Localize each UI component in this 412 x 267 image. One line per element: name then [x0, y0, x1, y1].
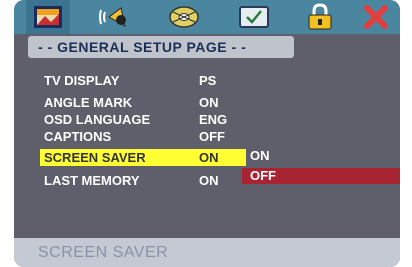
menu-item-label: OSD LANGUAGE [44, 112, 151, 127]
menu-item-label: TV DISPLAY [44, 73, 120, 88]
speaker-icon [99, 7, 126, 27]
setup-tab-bar [14, 0, 400, 34]
menu-item-value: PS [199, 73, 217, 88]
page-title: - - GENERAL SETUP PAGE - - [28, 36, 294, 58]
general-tab[interactable] [26, 0, 70, 34]
status-bar: SCREEN SAVER [14, 238, 400, 267]
menu-item-label: ANGLE MARK [44, 95, 133, 110]
dolby-tab[interactable] [162, 0, 206, 34]
option-on[interactable]: ON [250, 148, 270, 163]
dvd-setup-screen: - - GENERAL SETUP PAGE - - TV DISPLAY PS… [14, 0, 400, 267]
disc-icon [169, 6, 199, 28]
menu-item-value: OFF [199, 129, 225, 144]
menu-item-captions[interactable]: CAPTIONS OFF [44, 128, 254, 145]
menu-item-label: SCREEN SAVER [44, 150, 146, 165]
menu-item-last-memory[interactable]: LAST MEMORY ON [44, 172, 254, 189]
menu-item-value: ENG [199, 112, 228, 127]
audio-tab[interactable] [92, 0, 136, 34]
menu-item-angle-mark[interactable]: ANGLE MARK ON [44, 94, 254, 111]
menu-item-value: ON [199, 173, 219, 188]
option-off[interactable]: OFF [242, 168, 400, 184]
menu-item-value: ON [199, 150, 219, 165]
video-tab[interactable] [232, 0, 276, 34]
picture-icon [34, 6, 62, 28]
menu-item-osd-language[interactable]: OSD LANGUAGE ENG [44, 111, 254, 128]
password-tab[interactable] [298, 0, 342, 34]
menu-item-label: CAPTIONS [44, 129, 112, 144]
menu-item-screen-saver[interactable]: SCREEN SAVER ON [40, 149, 246, 166]
menu-item-label: LAST MEMORY [44, 173, 140, 188]
close-icon [364, 5, 388, 29]
exit-tab[interactable] [354, 0, 398, 34]
menu-item-tv-display[interactable]: TV DISPLAY PS [44, 72, 254, 89]
monitor-check-icon [239, 6, 269, 28]
menu-item-value: ON [199, 95, 219, 110]
padlock-icon [308, 3, 332, 30]
